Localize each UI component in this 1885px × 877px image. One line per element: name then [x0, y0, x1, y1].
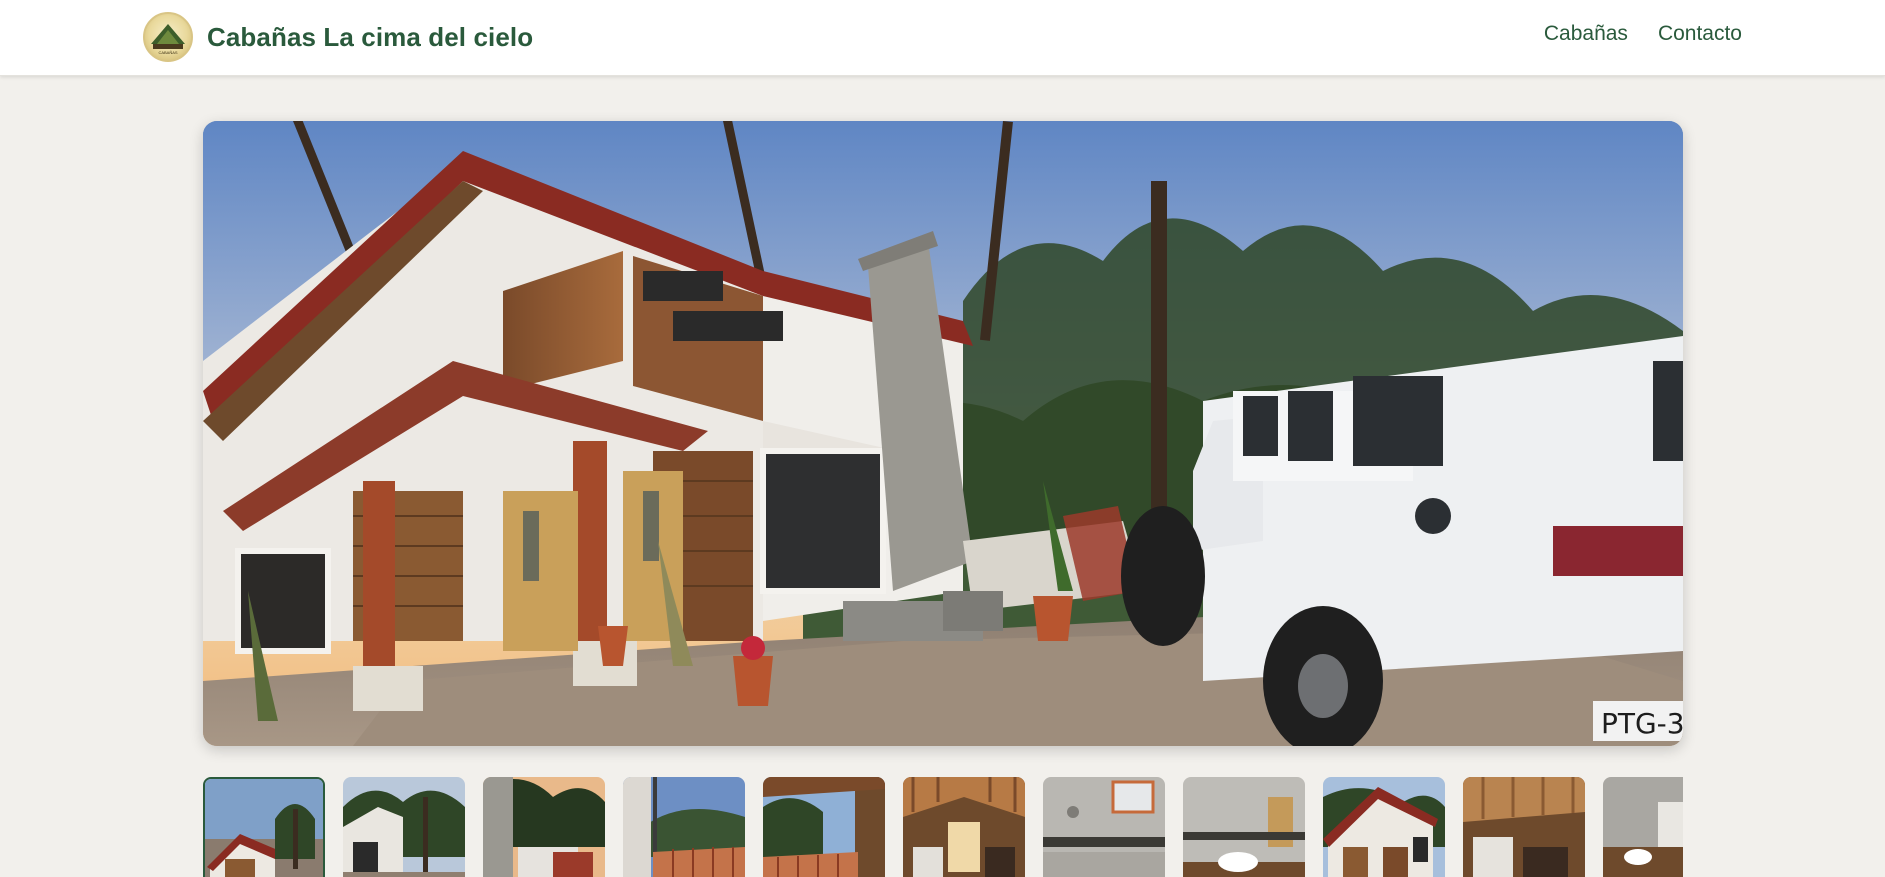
- thumbnail-5[interactable]: [763, 777, 885, 877]
- main-nav: Cabañas Contacto: [1544, 22, 1742, 46]
- hero-image: PTG-3: [203, 121, 1683, 746]
- thumbnail-3[interactable]: [483, 777, 605, 877]
- cabin-photo: PTG-3: [203, 121, 1683, 746]
- thumbnail-6[interactable]: [903, 777, 1025, 877]
- logo-text: CABAÑAS: [158, 50, 177, 55]
- thumbnail-1[interactable]: [203, 777, 325, 877]
- thumbnail-7[interactable]: [1043, 777, 1165, 877]
- brand[interactable]: CABAÑAS Cabañas La cima del cielo: [143, 12, 533, 62]
- thumbnail-11[interactable]: [1603, 777, 1683, 877]
- thumbnail-2[interactable]: [343, 777, 465, 877]
- brand-title[interactable]: Cabañas La cima del cielo: [207, 22, 533, 53]
- thumbnail-9[interactable]: [1323, 777, 1445, 877]
- brand-logo[interactable]: CABAÑAS: [143, 12, 193, 62]
- thumbnail-10[interactable]: [1463, 777, 1585, 877]
- thumbnail-strip: [203, 777, 1683, 877]
- license-plate-text: PTG-3: [1601, 707, 1683, 740]
- nav-link-cabanas[interactable]: Cabañas: [1544, 22, 1628, 46]
- thumbnail-4[interactable]: [623, 777, 745, 877]
- thumbnail-8[interactable]: [1183, 777, 1305, 877]
- site-header: CABAÑAS Cabañas La cima del cielo Cabaña…: [0, 0, 1885, 76]
- nav-link-contacto[interactable]: Contacto: [1658, 22, 1742, 46]
